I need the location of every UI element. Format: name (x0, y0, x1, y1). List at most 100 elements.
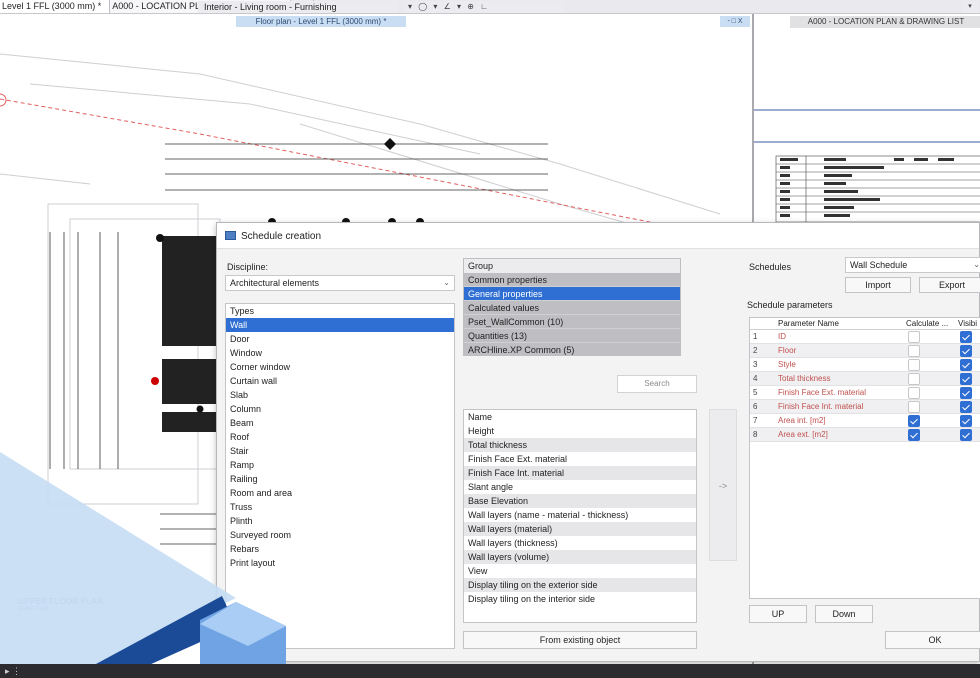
column-calculate[interactable]: Calculate ... (906, 318, 956, 330)
list-item[interactable]: Rebars (226, 542, 454, 556)
list-item[interactable]: Surveyed room (226, 528, 454, 542)
discipline-select[interactable]: Architectural elements ⌄ (225, 275, 455, 291)
parameter-name: Area ext. [m2] (778, 430, 828, 439)
column-visibility[interactable]: Visibi (958, 318, 980, 330)
down-button[interactable]: Down (815, 605, 873, 623)
add-parameter-button[interactable]: -> (709, 409, 737, 561)
list-item[interactable]: Door (226, 332, 454, 346)
list-item[interactable]: Curtain wall (226, 374, 454, 388)
list-item[interactable]: Plinth (226, 514, 454, 528)
list-item[interactable]: Print layout (226, 556, 454, 570)
list-item[interactable]: Truss (226, 500, 454, 514)
row-number: 6 (753, 402, 758, 411)
table-row[interactable]: 1 ID (750, 330, 980, 344)
table-row[interactable]: 2 Floor (750, 344, 980, 358)
visibility-checkbox[interactable] (960, 331, 972, 343)
list-item[interactable]: Display tiling on the interior side (464, 592, 696, 606)
list-item[interactable]: Height (464, 424, 696, 438)
list-item[interactable]: Common properties (464, 273, 680, 287)
column-parameter-name[interactable]: Parameter Name (778, 318, 906, 330)
schedule-select[interactable]: Wall Schedule ⌄ (845, 257, 980, 273)
row-number: 2 (753, 346, 758, 355)
types-list[interactable]: Types Wall Door Window Corner window Curtain… (225, 303, 455, 649)
snap-toolbar[interactable]: ▾ ◯ ▾ ∠ ▾ ⊕ ∟ (404, 1, 564, 13)
calculate-checkbox[interactable] (908, 331, 920, 343)
list-item[interactable]: Railing (226, 472, 454, 486)
up-button[interactable]: UP (749, 605, 807, 623)
calculate-checkbox[interactable] (908, 415, 920, 427)
parameter-name: Area int. [m2] (778, 416, 826, 425)
list-item[interactable]: Quantities (13) (464, 329, 680, 343)
list-item[interactable]: Finish Face Int. material (464, 466, 696, 480)
list-item[interactable]: Wall layers (thickness) (464, 536, 696, 550)
floor-plan-scale: SCALE 1:100 (18, 606, 49, 612)
parameter-name: Total thickness (778, 374, 831, 383)
calculate-checkbox[interactable] (908, 401, 920, 413)
export-button[interactable]: Export (919, 277, 980, 293)
table-row[interactable]: 4 Total thickness (750, 372, 980, 386)
list-item[interactable]: Total thickness (464, 438, 696, 452)
schedule-value: Wall Schedule (850, 260, 908, 270)
visibility-checkbox[interactable] (960, 373, 972, 385)
chevron-down-icon: ⌄ (973, 260, 980, 269)
list-item[interactable]: Calculated values (464, 301, 680, 315)
visibility-checkbox[interactable] (960, 359, 972, 371)
status-bar: ▸ ⋮ (0, 664, 980, 678)
calculate-checkbox[interactable] (908, 345, 920, 357)
row-number: 3 (753, 360, 758, 369)
schedule-parameters-table[interactable]: Parameter Name Calculate ... Visibi 1 ID 2… (749, 317, 980, 599)
dialog-titlebar[interactable]: Schedule creation (217, 223, 979, 249)
list-item[interactable]: Wall layers (material) (464, 522, 696, 536)
ok-button[interactable]: OK (885, 631, 980, 649)
status-dropdown-icon[interactable]: ▾ (962, 1, 978, 13)
plan-window-controls[interactable]: - □ X (720, 16, 750, 27)
list-item[interactable]: Wall layers (volume) (464, 550, 696, 564)
calculate-checkbox[interactable] (908, 373, 920, 385)
list-item[interactable]: Column (226, 402, 454, 416)
visibility-checkbox[interactable] (960, 401, 972, 413)
list-item[interactable]: View (464, 564, 696, 578)
table-row[interactable]: 6 Finish Face Int. material (750, 400, 980, 414)
table-row[interactable]: 5 Finish Face Ext. material (750, 386, 980, 400)
list-item[interactable]: Display tiling on the exterior side (464, 578, 696, 592)
visibility-checkbox[interactable] (960, 387, 972, 399)
status-icons: ▸ ⋮ (5, 665, 22, 676)
list-item[interactable]: Wall layers (name - material - thickness… (464, 508, 696, 522)
visibility-checkbox[interactable] (960, 345, 972, 357)
table-header-row: Parameter Name Calculate ... Visibi (750, 318, 980, 330)
list-item[interactable]: Beam (226, 416, 454, 430)
list-item[interactable]: Room and area (226, 486, 454, 500)
group-list[interactable]: Group Common properties General propertie… (463, 258, 681, 356)
list-item[interactable]: Base Elevation (464, 494, 696, 508)
visibility-checkbox[interactable] (960, 429, 972, 441)
property-name-list[interactable]: Name Height Total thickness Finish Face Ex… (463, 409, 697, 623)
visibility-checkbox[interactable] (960, 415, 972, 427)
list-item[interactable]: Wall (226, 318, 454, 332)
calculate-checkbox[interactable] (908, 387, 920, 399)
list-item[interactable]: Pset_WallCommon (10) (464, 315, 680, 329)
active-layer-select[interactable]: Interior - Living room - Furnishing (198, 1, 398, 13)
discipline-value: Architectural elements (230, 278, 320, 288)
from-existing-object-button[interactable]: From existing object (463, 631, 697, 649)
search-input[interactable]: Search (617, 375, 697, 393)
list-item[interactable]: General properties (464, 287, 680, 301)
list-item[interactable]: Window (226, 346, 454, 360)
table-row[interactable]: 7 Area int. [m2] (750, 414, 980, 428)
row-number: 4 (753, 374, 758, 383)
list-item[interactable]: Slab (226, 388, 454, 402)
list-item[interactable]: Corner window (226, 360, 454, 374)
list-item[interactable]: Roof (226, 430, 454, 444)
row-number: 7 (753, 416, 758, 425)
calculate-checkbox[interactable] (908, 429, 920, 441)
list-item[interactable]: Ramp (226, 458, 454, 472)
import-button[interactable]: Import (845, 277, 911, 293)
list-item[interactable]: Finish Face Ext. material (464, 452, 696, 466)
list-item[interactable]: Slant angle (464, 480, 696, 494)
parameter-rows: 1 ID 2 Floor 3 Style 4 Total thickness 5 Finish F… (750, 330, 980, 442)
table-row[interactable]: 3 Style (750, 358, 980, 372)
tab-floor-plan[interactable]: Level 1 FFL (3000 mm) * (0, 0, 111, 13)
list-item[interactable]: Stair (226, 444, 454, 458)
calculate-checkbox[interactable] (908, 359, 920, 371)
list-item[interactable]: ARCHline.XP Common (5) (464, 343, 680, 355)
table-row[interactable]: 8 Area ext. [m2] (750, 428, 980, 442)
